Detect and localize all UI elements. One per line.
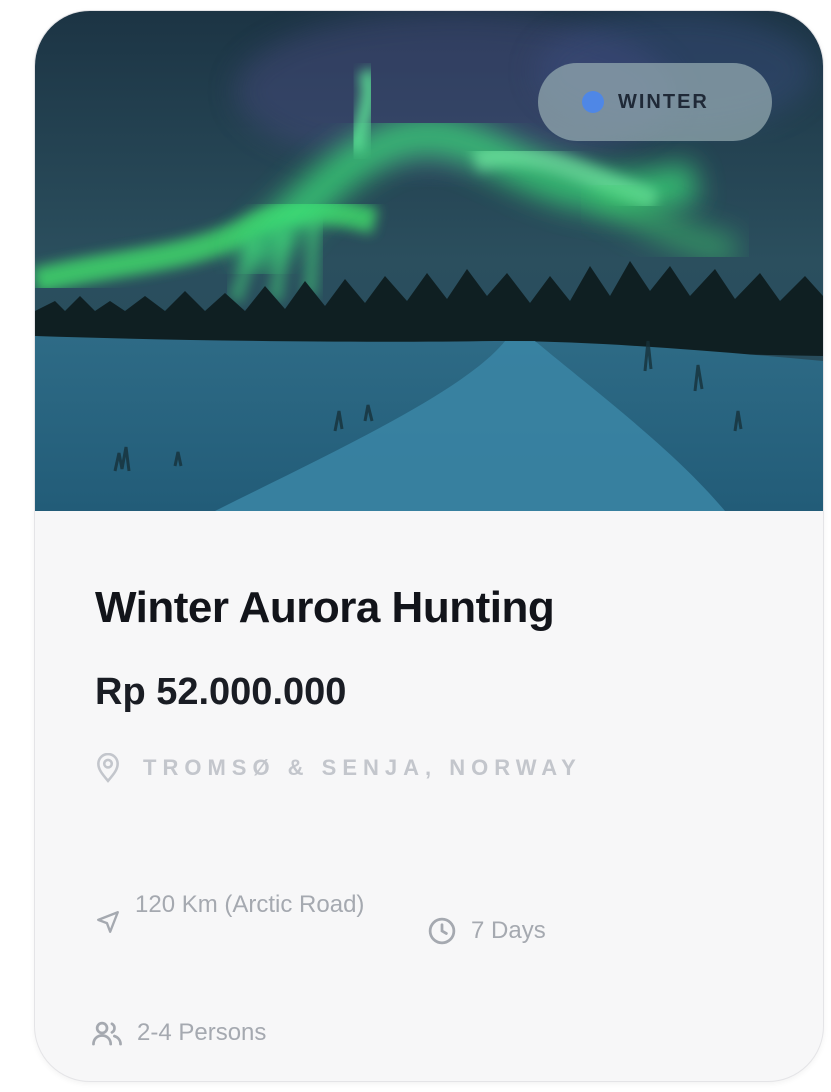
season-badge-label: WINTER [618, 90, 709, 113]
tour-location-text: TROMSØ & SENJA, NORWAY [143, 755, 582, 780]
clock-icon [427, 916, 457, 946]
tour-price: Rp 52.000.000 [95, 671, 347, 713]
users-icon [91, 1018, 123, 1048]
tour-title: Winter Aurora Hunting [95, 583, 555, 632]
tour-card[interactable]: WINTER Winter Aurora Hunting Rp 52.000.0… [34, 10, 824, 1082]
navigation-arrow-icon [95, 909, 121, 935]
dot-icon [582, 91, 604, 113]
tour-distance-text: 120 Km (Arctic Road) [135, 891, 365, 918]
map-pin-icon [95, 753, 121, 783]
tour-duration-text: 7 Days [471, 917, 546, 944]
tour-persons: 2-4 Persons [91, 1015, 266, 1051]
tour-location: TROMSØ & SENJA, NORWAY [95, 753, 582, 783]
hero-image: WINTER [35, 11, 823, 511]
tour-distance: 120 Km (Arctic Road) [95, 887, 385, 935]
season-badge[interactable]: WINTER [538, 63, 772, 141]
tour-persons-text: 2-4 Persons [137, 1019, 267, 1046]
tour-duration: 7 Days [427, 913, 546, 949]
